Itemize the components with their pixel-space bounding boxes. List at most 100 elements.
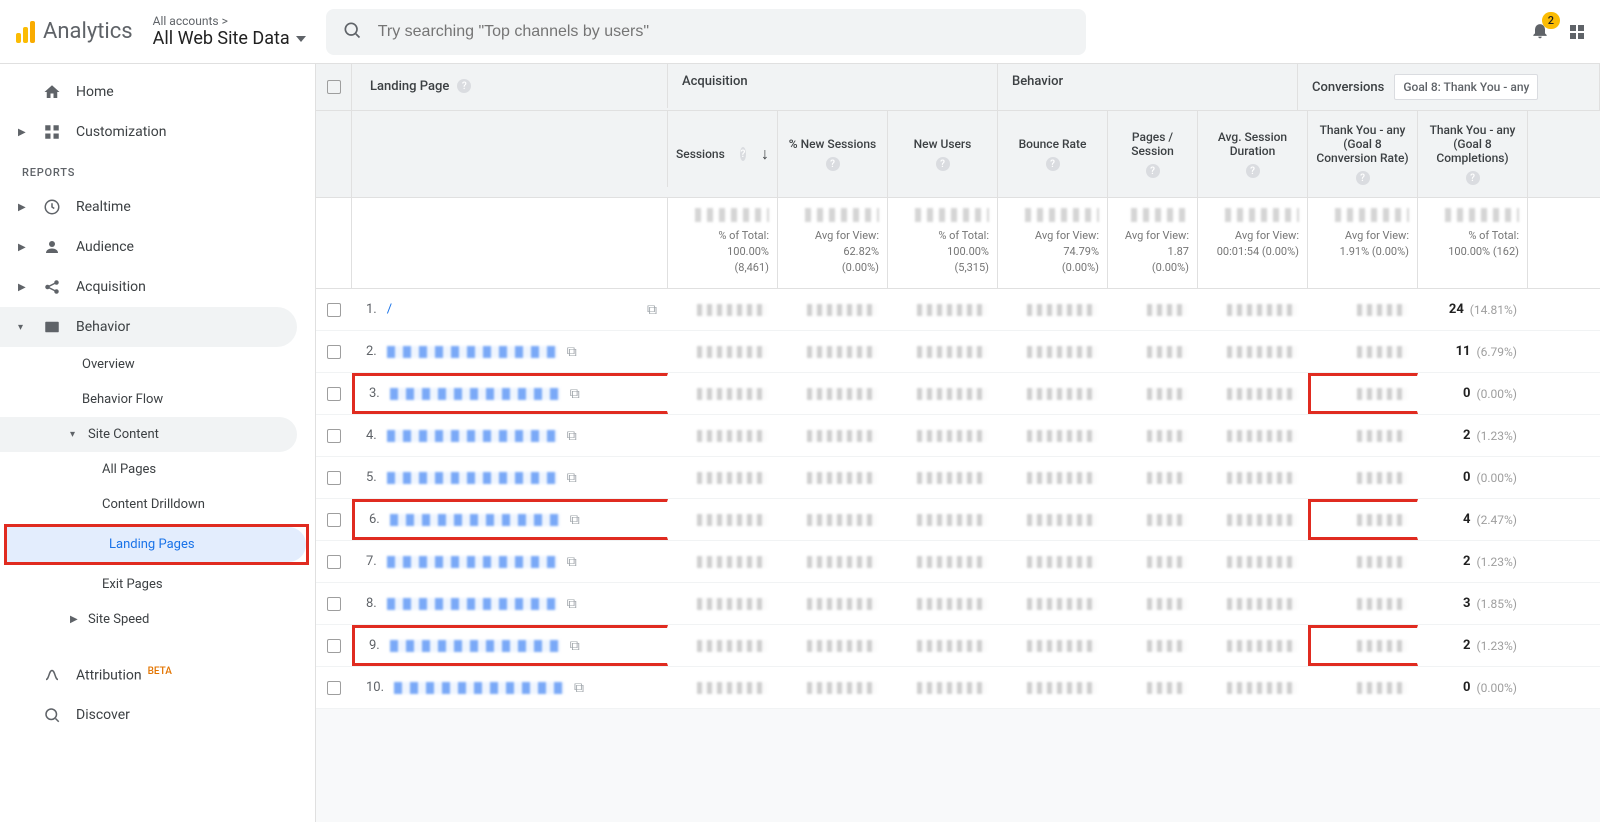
nav-behavior-flow[interactable]: Behavior Flow	[0, 382, 315, 417]
analytics-logo-icon	[16, 21, 35, 43]
external-link-icon[interactable]: ⧉	[567, 470, 577, 486]
row-checkbox[interactable]	[327, 471, 341, 485]
nav-landing-pages[interactable]: Landing Pages	[7, 527, 306, 562]
search-input[interactable]	[378, 23, 1070, 41]
col-goal-rate[interactable]: Thank You - any (Goal 8 Conversion Rate)…	[1308, 111, 1418, 197]
nav-discover[interactable]: Discover	[0, 695, 315, 735]
nav-realtime[interactable]: ▶ Realtime	[0, 187, 315, 227]
cell-goal-completions: 0 (0.00%)	[1418, 667, 1528, 708]
cell-pct-new	[778, 415, 888, 456]
behavior-icon	[42, 317, 62, 337]
arrow-down-icon: ↓	[761, 144, 769, 164]
nav-behavior[interactable]: ▾ Behavior	[0, 307, 297, 347]
external-link-icon[interactable]: ⧉	[647, 302, 657, 318]
landing-page-cell: 7. ⧉	[352, 541, 668, 582]
apps-grid-icon[interactable]	[1570, 25, 1584, 39]
external-link-icon[interactable]: ⧉	[574, 680, 584, 696]
nav-content-drilldown[interactable]: Content Drilldown	[0, 487, 297, 522]
cell-bounce	[998, 331, 1108, 372]
cell-pps	[1108, 583, 1198, 624]
row-number: 2.	[366, 344, 377, 359]
row-checkbox[interactable]	[327, 303, 341, 317]
nav-all-pages[interactable]: All Pages	[0, 452, 297, 487]
row-checkbox[interactable]	[327, 555, 341, 569]
external-link-icon[interactable]: ⧉	[570, 386, 580, 402]
cell-goal-completions: 2 (1.23%)	[1418, 415, 1528, 456]
help-icon[interactable]: ?	[1246, 164, 1260, 178]
cell-bounce	[998, 499, 1108, 540]
search-icon	[342, 20, 362, 44]
help-icon[interactable]: ?	[1466, 171, 1480, 185]
person-icon	[42, 237, 62, 257]
cell-sessions	[668, 289, 778, 330]
landing-page-cell: 9. ⧉	[352, 625, 668, 666]
external-link-icon[interactable]: ⧉	[567, 596, 577, 612]
help-icon[interactable]: ?	[1046, 157, 1060, 171]
brand-name: Analytics	[43, 19, 133, 44]
nav-customization[interactable]: ▶ Customization	[0, 112, 315, 152]
nav-audience[interactable]: ▶ Audience	[0, 227, 315, 267]
external-link-icon[interactable]: ⧉	[570, 638, 580, 654]
nav-home[interactable]: Home	[0, 72, 315, 112]
col-pages-per-session[interactable]: Pages / Session?	[1108, 111, 1198, 197]
help-icon[interactable]: ?	[1356, 171, 1370, 185]
cell-goal-rate	[1308, 373, 1418, 414]
landing-page-cell: 6. ⧉	[352, 499, 668, 540]
cell-goal-completions: 2 (1.23%)	[1418, 625, 1528, 666]
cell-sessions	[668, 457, 778, 498]
redacted-path	[390, 514, 560, 526]
col-bounce-rate[interactable]: Bounce Rate?	[998, 111, 1108, 197]
select-all-checkbox[interactable]	[327, 80, 341, 94]
row-number: 9.	[369, 638, 380, 653]
table-row: 1. / ⧉ 24 (14.81%)	[316, 289, 1600, 331]
nav-behavior-overview[interactable]: Overview	[0, 347, 315, 382]
cell-goal-rate	[1308, 289, 1418, 330]
account-picker[interactable]: All accounts > All Web Site Data	[153, 14, 306, 49]
table-header-columns: Sessions ? ↓ % New Sessions? New Users? …	[316, 111, 1600, 198]
external-link-icon[interactable]: ⧉	[570, 512, 580, 528]
help-icon[interactable]: ?	[1146, 164, 1160, 178]
row-checkbox[interactable]	[327, 429, 341, 443]
col-pct-new-sessions[interactable]: % New Sessions?	[778, 111, 888, 197]
col-sessions[interactable]: Sessions ? ↓	[668, 111, 778, 197]
nav-acquisition[interactable]: ▶ Acquisition	[0, 267, 315, 307]
row-number: 8.	[366, 596, 377, 611]
account-view-name[interactable]: All Web Site Data	[153, 28, 306, 49]
cell-pct-new	[778, 541, 888, 582]
goal-selector[interactable]: Goal 8: Thank You - any	[1394, 74, 1538, 100]
col-avg-session-duration[interactable]: Avg. Session Duration?	[1198, 111, 1308, 197]
cell-goal-completions: 2 (1.23%)	[1418, 541, 1528, 582]
external-link-icon[interactable]: ⧉	[567, 344, 577, 360]
help-icon[interactable]: ?	[826, 157, 840, 171]
help-icon[interactable]: ?	[936, 157, 950, 171]
cell-pps	[1108, 541, 1198, 582]
row-checkbox[interactable]	[327, 639, 341, 653]
logo[interactable]: Analytics	[16, 19, 133, 44]
nav-attribution[interactable]: AttributionBETA	[0, 655, 315, 695]
cell-new-users	[888, 583, 998, 624]
external-link-icon[interactable]: ⧉	[567, 428, 577, 444]
row-number: 4.	[366, 428, 377, 443]
row-checkbox[interactable]	[327, 345, 341, 359]
nav-site-content[interactable]: ▾ Site Content	[0, 417, 297, 452]
row-checkbox[interactable]	[327, 681, 341, 695]
nav-site-speed[interactable]: ▶ Site Speed	[0, 602, 297, 637]
row-checkbox[interactable]	[327, 513, 341, 527]
row-checkbox[interactable]	[327, 597, 341, 611]
cell-goal-rate	[1308, 625, 1418, 666]
row-checkbox[interactable]	[327, 387, 341, 401]
search-box[interactable]	[326, 9, 1086, 55]
nav-exit-pages[interactable]: Exit Pages	[0, 567, 297, 602]
group-acquisition: Acquisition	[668, 64, 998, 110]
col-goal-completions[interactable]: Thank You - any (Goal 8 Completions)?	[1418, 111, 1528, 197]
landing-page-path[interactable]: /	[387, 302, 637, 317]
table-row: 10. ⧉ 0 (0.00%)	[316, 667, 1600, 709]
row-number: 1.	[366, 302, 377, 317]
external-link-icon[interactable]: ⧉	[567, 554, 577, 570]
notifications-button[interactable]: 2	[1530, 20, 1550, 44]
help-icon[interactable]: ?	[740, 147, 746, 161]
cell-pct-new	[778, 289, 888, 330]
sidebar: Home ▶ Customization REPORTS ▶ Realtime …	[0, 64, 316, 822]
col-new-users[interactable]: New Users?	[888, 111, 998, 197]
help-icon[interactable]: ?	[457, 79, 471, 93]
